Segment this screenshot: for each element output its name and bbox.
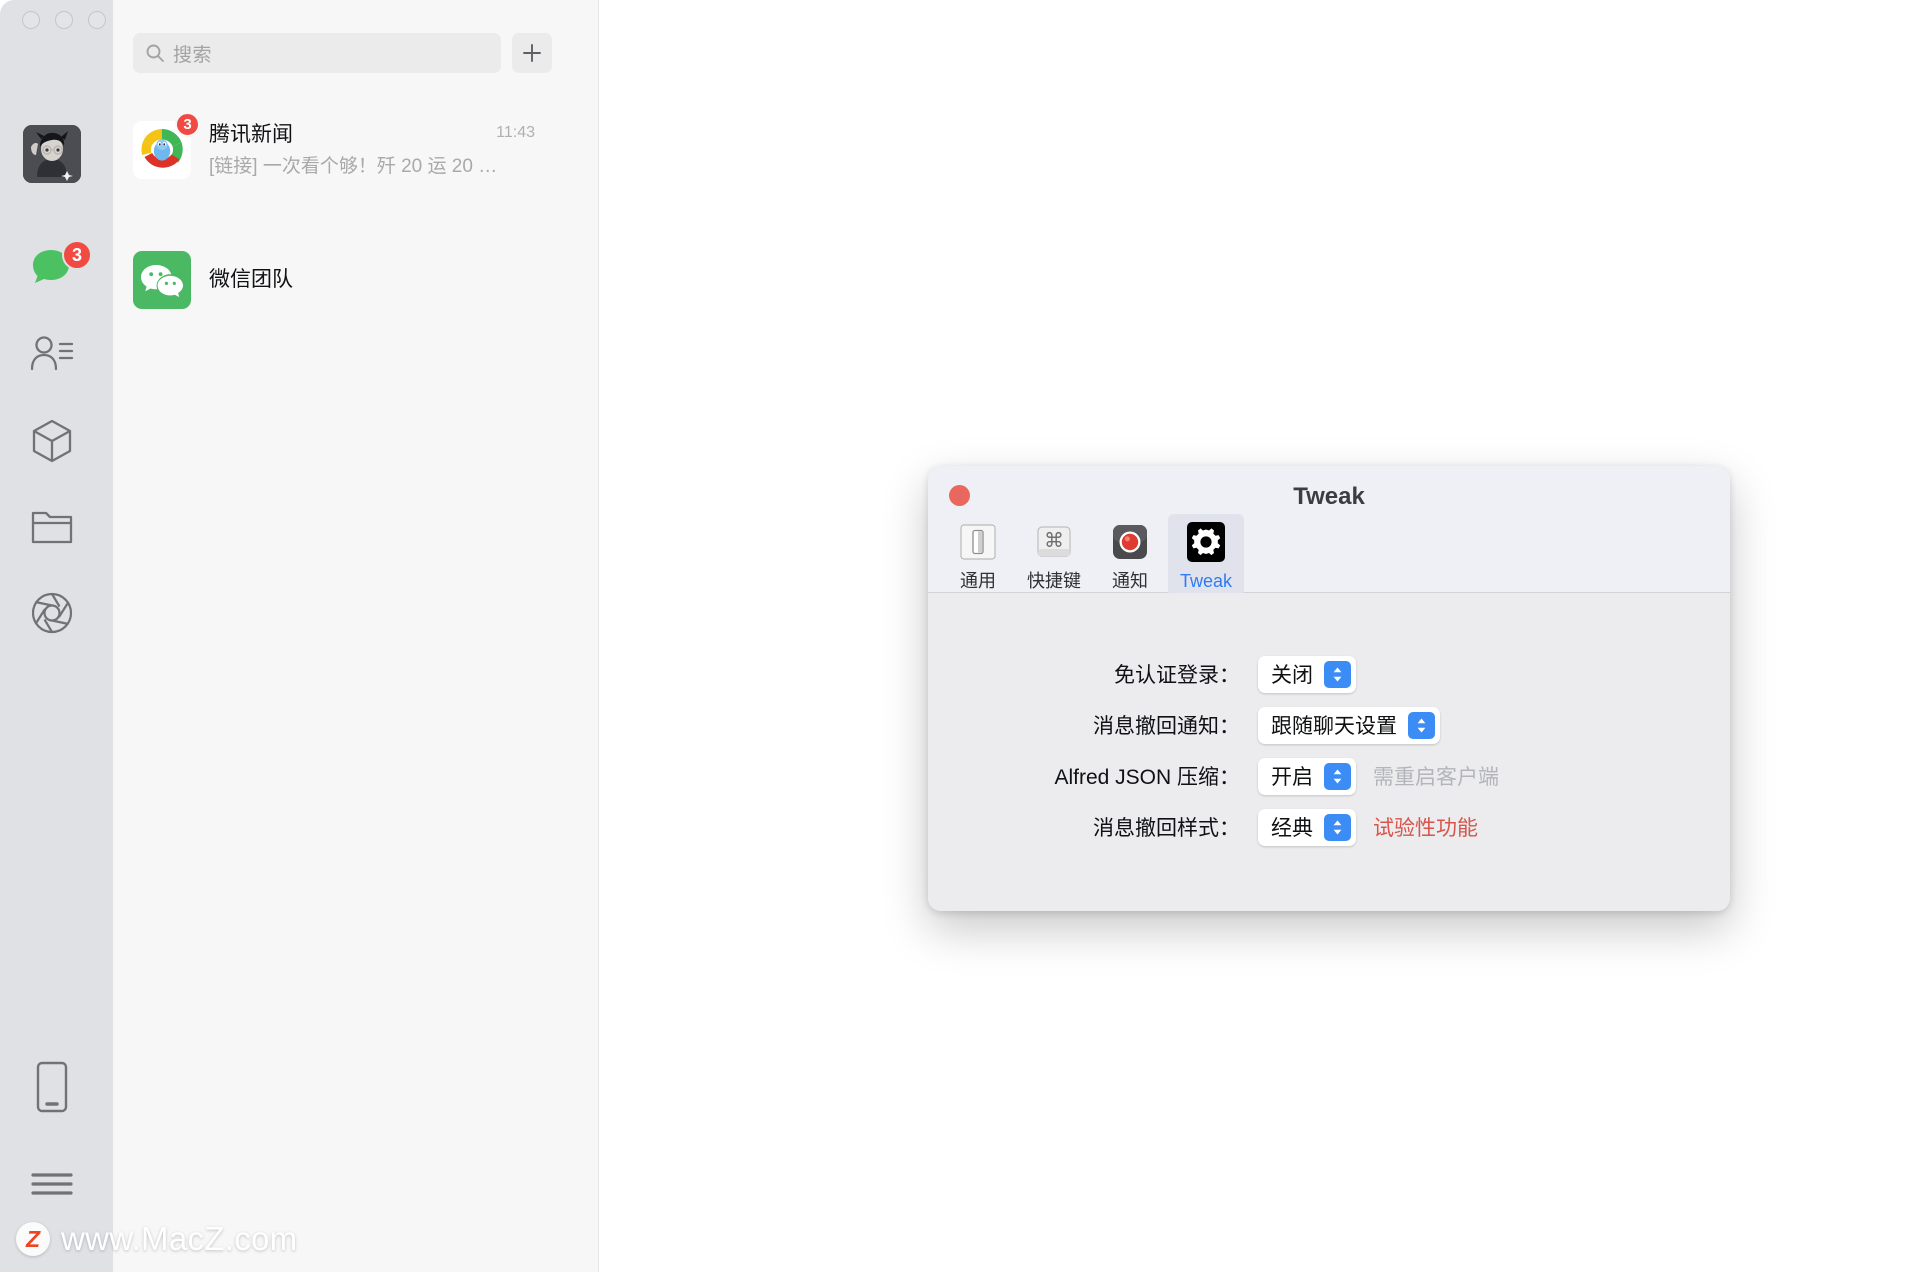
tab-general[interactable]: 通用 <box>940 514 1016 596</box>
avatar: 3 <box>133 112 200 179</box>
contacts-icon <box>30 336 74 371</box>
tab-tweak[interactable]: Tweak <box>1168 514 1244 596</box>
pref-row-recall-style: 消息撤回样式： 经典 试验性功能 <box>928 802 1730 852</box>
window-controls <box>22 11 106 29</box>
pref-hint: 试验性功能 <box>1373 817 1478 840</box>
list-item-content: 微信团队 <box>209 267 557 293</box>
avatar[interactable] <box>23 125 81 183</box>
sidebar-rail: 3 <box>0 0 113 1272</box>
tab-label: 通用 <box>960 571 996 591</box>
chevron-updown-icon <box>1324 660 1351 688</box>
chevron-updown-icon <box>1324 762 1351 790</box>
sidebar-item-favorites[interactable] <box>23 498 81 556</box>
list-item-content: 腾讯新闻 [链接] 一次看个够！歼 20 运 20 … 11:43 <box>209 122 557 179</box>
preferences-body: 免认证登录： 关闭 消息撤回通知： 跟随聊天设置 Alfred JSON 压缩：… <box>928 593 1730 911</box>
sidebar-item-moments[interactable] <box>23 584 81 642</box>
user-avatar-icon <box>23 125 81 183</box>
watermark-text: www.MacZ.com <box>61 1220 298 1257</box>
wechat-window: 3 搜索 3 腾讯新闻 [链接] 一次看个够！歼 20 运 20 … 11:43… <box>0 0 599 1272</box>
chat-snippet: [链接] 一次看个够！歼 20 运 20 … <box>209 155 498 177</box>
dialog-titlebar: Tweak 通用 ⌘ 快捷键 通知 Tweak <box>928 466 1730 596</box>
preferences-toolbar: 通用 ⌘ 快捷键 通知 Tweak <box>940 514 1244 596</box>
select-value: 跟随聊天设置 <box>1271 715 1397 738</box>
search-input[interactable]: 搜索 <box>133 33 501 73</box>
watermark: Z www.MacZ.com <box>16 1220 297 1258</box>
list-item[interactable]: 微信团队 <box>113 235 599 325</box>
pref-label: Alfred JSON 压缩： <box>1054 766 1240 789</box>
search-icon <box>146 44 164 62</box>
pref-label: 消息撤回通知： <box>1093 715 1240 738</box>
select-value: 开启 <box>1271 766 1313 789</box>
chevron-updown-icon <box>1408 711 1435 739</box>
sidebar-item-contacts[interactable] <box>23 325 81 383</box>
tweak-preferences-dialog: Tweak 通用 ⌘ 快捷键 通知 Tweak 免认证登录： 关闭 消息撤回通知… <box>928 466 1730 911</box>
close-button[interactable] <box>22 11 40 29</box>
record-dot-icon <box>1107 519 1153 565</box>
minimize-button[interactable] <box>55 11 73 29</box>
screen: 3 搜索 3 腾讯新闻 [链接] 一次看个够！歼 20 运 20 … 11:43… <box>0 0 1920 1272</box>
svg-text:⌘: ⌘ <box>1044 528 1064 552</box>
mini-program-box-icon <box>32 419 72 463</box>
recall-style-select[interactable]: 经典 <box>1258 808 1356 846</box>
tab-notifications[interactable]: 通知 <box>1092 514 1168 596</box>
tab-shortcuts[interactable]: ⌘ 快捷键 <box>1016 514 1092 596</box>
passwordless-login-select[interactable]: 关闭 <box>1258 655 1356 693</box>
sidebar-item-mini-programs[interactable] <box>23 412 81 470</box>
chat-name: 微信团队 <box>209 268 293 291</box>
search-placeholder: 搜索 <box>173 44 213 66</box>
dialog-title: Tweak <box>1293 483 1365 510</box>
add-chat-button[interactable] <box>512 33 552 73</box>
phone-icon <box>36 1061 68 1113</box>
chat-list-panel: 搜索 3 腾讯新闻 [链接] 一次看个够！歼 20 运 20 … 11:43 微… <box>113 0 599 1272</box>
gear-icon <box>1183 519 1229 565</box>
sidebar-item-more[interactable] <box>23 1155 81 1213</box>
pref-label: 消息撤回样式： <box>1093 817 1240 840</box>
recall-notification-select[interactable]: 跟随聊天设置 <box>1258 706 1440 744</box>
pref-row-alfred-json-compress: Alfred JSON 压缩： 开启 需重启客户端 <box>928 751 1730 801</box>
alfred-json-compress-select[interactable]: 开启 <box>1258 757 1356 795</box>
folder-icon <box>31 511 73 544</box>
macz-logo-icon: Z <box>16 1222 50 1256</box>
select-value: 关闭 <box>1271 664 1313 687</box>
pref-label: 免认证登录： <box>1114 664 1240 687</box>
chat-timestamp: 11:43 <box>496 123 535 141</box>
search-row: 搜索 <box>133 33 552 73</box>
tab-label: Tweak <box>1179 571 1233 591</box>
pref-row-passwordless-login: 免认证登录： 关闭 <box>928 649 1730 699</box>
pref-row-recall-notification: 消息撤回通知： 跟随聊天设置 <box>928 700 1730 750</box>
wechat-logo-icon <box>133 251 191 309</box>
tab-label: 快捷键 <box>1027 571 1081 591</box>
hamburger-menu-icon <box>31 1173 73 1195</box>
plus-icon <box>523 44 541 62</box>
unread-badge: 3 <box>175 112 200 137</box>
command-key-icon: ⌘ <box>1031 519 1077 565</box>
aperture-icon <box>31 592 73 634</box>
tab-label: 通知 <box>1112 571 1148 591</box>
select-value: 经典 <box>1271 817 1313 840</box>
avatar <box>133 251 191 309</box>
pref-hint: 需重启客户端 <box>1373 766 1499 789</box>
toggle-switch-icon <box>955 519 1001 565</box>
chevron-updown-icon <box>1324 813 1351 841</box>
sidebar-item-phone[interactable] <box>23 1058 81 1116</box>
list-item[interactable]: 3 腾讯新闻 [链接] 一次看个够！歼 20 运 20 … 11:43 <box>113 105 599 195</box>
zoom-button[interactable] <box>88 11 106 29</box>
chats-unread-badge: 3 <box>62 240 92 270</box>
